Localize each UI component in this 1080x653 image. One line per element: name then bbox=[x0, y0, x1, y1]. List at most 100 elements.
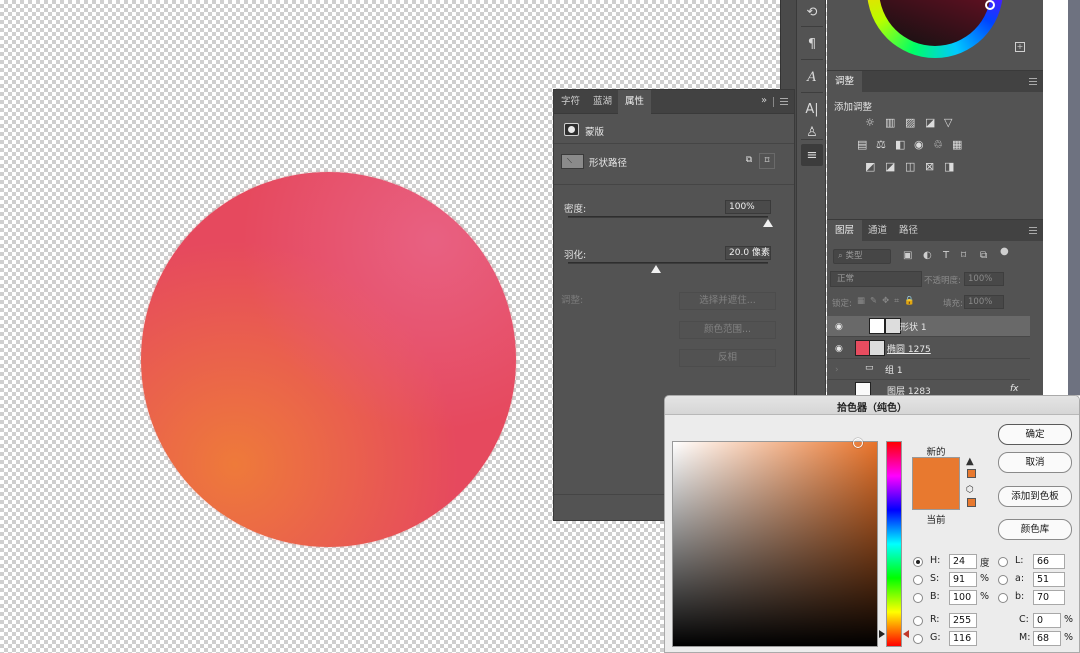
type-filter-icon[interactable]: T bbox=[943, 250, 949, 261]
magenta-field[interactable]: 68 bbox=[1033, 631, 1061, 646]
hue-saturation-icon[interactable]: ▤ bbox=[857, 138, 867, 151]
pixel-filter-icon[interactable]: ▣ bbox=[903, 250, 912, 261]
saturation-field[interactable]: 91 bbox=[949, 572, 977, 587]
select-and-mask-button[interactable]: 选择并遮住... bbox=[679, 292, 776, 310]
green-radio[interactable] bbox=[913, 634, 923, 644]
cyan-field[interactable]: 0 bbox=[1033, 613, 1061, 628]
apply-mask-icon[interactable]: ⧉ bbox=[741, 153, 757, 169]
fill-field[interactable]: 100% bbox=[964, 295, 1004, 309]
black-white-icon[interactable]: ◧ bbox=[895, 138, 905, 151]
fx-icon[interactable]: fx bbox=[1010, 384, 1019, 394]
layer-row[interactable]: ◉ 形状 1 bbox=[827, 316, 1030, 337]
invert-button[interactable]: 反相 bbox=[679, 349, 776, 367]
b-channel-radio[interactable] bbox=[998, 593, 1008, 603]
red-field[interactable]: 255 bbox=[949, 613, 977, 628]
web-safe-swatch[interactable] bbox=[967, 498, 976, 507]
tab-lanhu[interactable]: 蓝湖 bbox=[586, 90, 619, 114]
density-slider[interactable] bbox=[568, 216, 768, 218]
collapse-icon[interactable]: » bbox=[761, 95, 767, 106]
paragraph-icon[interactable]: ¶ bbox=[801, 33, 823, 55]
posterize-icon[interactable]: ◪ bbox=[885, 160, 895, 173]
invert-icon[interactable]: ◩ bbox=[865, 160, 875, 173]
red-radio[interactable] bbox=[913, 616, 923, 626]
feather-slider-thumb[interactable] bbox=[651, 265, 661, 273]
a-channel-radio[interactable] bbox=[998, 575, 1008, 585]
out-of-gamut-warning-icon[interactable]: ▲ bbox=[966, 456, 974, 467]
hue-slider[interactable] bbox=[886, 441, 902, 647]
channel-mixer-icon[interactable]: ♲ bbox=[933, 138, 943, 151]
eye-icon[interactable]: ◉ bbox=[835, 344, 843, 354]
shape-filter-icon[interactable]: ⌑ bbox=[961, 250, 966, 261]
saturation-radio[interactable] bbox=[913, 575, 923, 585]
hue-marker[interactable] bbox=[985, 0, 995, 10]
add-swatch-icon[interactable]: + bbox=[1015, 42, 1025, 52]
color-marker[interactable] bbox=[853, 438, 863, 448]
feather-slider[interactable] bbox=[568, 262, 768, 264]
lightness-field[interactable]: 66 bbox=[1033, 554, 1065, 569]
color-lookup-icon[interactable]: ▦ bbox=[952, 138, 962, 151]
adjustment-filter-icon[interactable]: ◐ bbox=[923, 250, 932, 261]
layer-row[interactable]: ◉ 椭圆 1275 bbox=[827, 338, 1030, 359]
tab-adjustments[interactable]: 调整 bbox=[827, 71, 863, 93]
web-safe-cube-icon[interactable]: ⬡ bbox=[966, 485, 974, 495]
panel-menu-icon[interactable] bbox=[780, 98, 788, 105]
properties-tabbar: 字符 蓝湖 属性 bbox=[554, 90, 794, 114]
hue-slider-arrow-left[interactable] bbox=[879, 630, 885, 638]
exposure-icon[interactable]: ◪ bbox=[925, 116, 935, 129]
vector-mask-icon[interactable]: ⌑ bbox=[759, 153, 775, 169]
hue-slider-arrow-right[interactable] bbox=[903, 630, 909, 638]
panel-menu-icon[interactable] bbox=[1029, 78, 1037, 85]
opacity-field[interactable]: 100% bbox=[964, 272, 1004, 286]
eye-icon[interactable]: ◉ bbox=[835, 322, 843, 332]
panel-menu-icon[interactable] bbox=[1029, 227, 1037, 234]
saturation-brightness-field[interactable] bbox=[672, 441, 878, 647]
density-field[interactable]: 100% bbox=[725, 200, 771, 214]
color-libraries-button[interactable]: 颜色库 bbox=[998, 519, 1072, 540]
filter-toggle-icon[interactable]: ● bbox=[1000, 246, 1009, 257]
a-channel-field[interactable]: 51 bbox=[1033, 572, 1065, 587]
add-to-swatches-button[interactable]: 添加到色板 bbox=[998, 486, 1072, 507]
tab-layers[interactable]: 图层 bbox=[827, 220, 863, 242]
brightness-radio[interactable] bbox=[913, 593, 923, 603]
adjustments-sliders-icon[interactable]: ≡ bbox=[801, 144, 823, 166]
shape-path-thumbnail[interactable]: ⟍ bbox=[561, 154, 584, 169]
density-slider-thumb[interactable] bbox=[763, 219, 773, 227]
tab-channels[interactable]: 通道 bbox=[860, 220, 895, 242]
tab-properties[interactable]: 属性 bbox=[618, 90, 652, 114]
magenta-label: M: bbox=[1019, 632, 1031, 643]
layer-row[interactable]: › ▭ 组 1 bbox=[827, 359, 1030, 380]
lightness-radio[interactable] bbox=[998, 557, 1008, 567]
curves-icon[interactable]: ▨ bbox=[905, 116, 915, 129]
vibrance-icon[interactable]: ▽ bbox=[944, 116, 952, 129]
green-field[interactable]: 116 bbox=[949, 631, 977, 646]
character-style-icon[interactable]: A bbox=[801, 66, 823, 88]
photo-filter-icon[interactable]: ◉ bbox=[914, 138, 924, 151]
gradient-map-icon[interactable]: ◨ bbox=[944, 160, 954, 173]
lock-icons[interactable]: ▦✎✥⌗🔒 bbox=[857, 296, 920, 306]
tab-character[interactable]: 字符 bbox=[554, 90, 587, 114]
hue-field[interactable]: 24 bbox=[949, 554, 977, 569]
text-direction-icon[interactable]: A| bbox=[801, 98, 823, 120]
layer-filter-select[interactable]: ⌕ 类型 bbox=[833, 249, 891, 264]
threshold-icon[interactable]: ◫ bbox=[905, 160, 915, 173]
gamut-swatch[interactable] bbox=[967, 469, 976, 478]
hue-radio[interactable] bbox=[913, 557, 923, 567]
ok-button[interactable]: 确定 bbox=[998, 424, 1072, 445]
feather-field[interactable]: 20.0 像素 bbox=[725, 246, 771, 260]
divider bbox=[554, 143, 794, 144]
brightness-icon[interactable]: ☼ bbox=[865, 116, 875, 129]
levels-icon[interactable]: ▥ bbox=[885, 116, 895, 129]
cancel-button[interactable]: 取消 bbox=[998, 452, 1072, 473]
history-icon[interactable]: ⟲ bbox=[801, 1, 823, 23]
brightness-field[interactable]: 100 bbox=[949, 590, 977, 605]
tab-paths[interactable]: 路径 bbox=[891, 220, 926, 242]
color-range-button[interactable]: 颜色范围... bbox=[679, 321, 776, 339]
chevron-right-icon[interactable]: › bbox=[835, 365, 839, 375]
b-channel-field[interactable]: 70 bbox=[1033, 590, 1065, 605]
smart-object-filter-icon[interactable]: ⧉ bbox=[980, 250, 987, 261]
blend-mode-select[interactable]: 正常 bbox=[830, 271, 922, 287]
color-balance-icon[interactable]: ⚖ bbox=[876, 138, 886, 151]
shape-path-label: 形状路径 bbox=[589, 158, 628, 169]
dialog-titlebar[interactable]: 拾色器（纯色） bbox=[665, 396, 1079, 415]
selective-color-icon[interactable]: ⊠ bbox=[925, 160, 934, 173]
